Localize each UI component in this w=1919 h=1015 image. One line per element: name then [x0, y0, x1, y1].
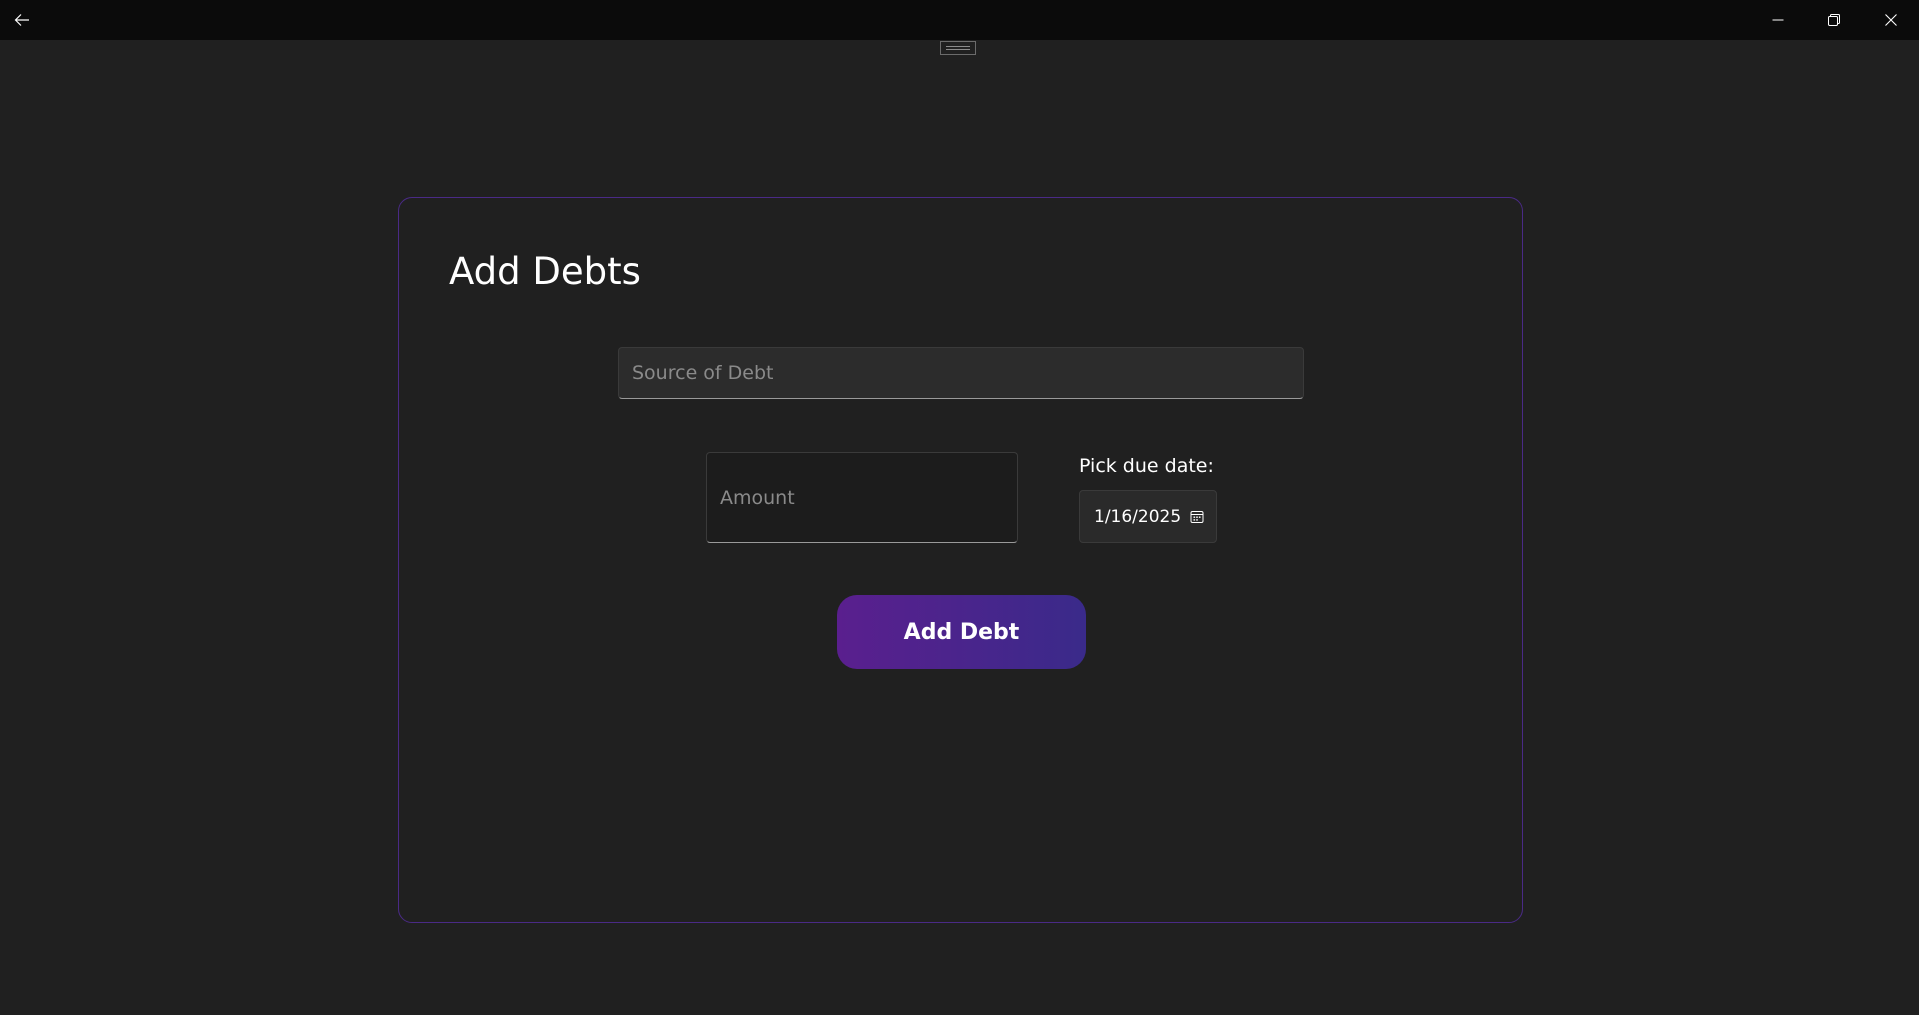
source-of-debt-input[interactable] — [618, 347, 1304, 399]
due-date-value: 1/16/2025 — [1094, 506, 1182, 527]
restore-icon — [1828, 14, 1840, 26]
back-button[interactable] — [0, 0, 44, 40]
restore-button[interactable] — [1811, 0, 1857, 40]
grip-icon — [946, 46, 970, 50]
due-date-picker[interactable]: 1/16/2025 — [1079, 490, 1217, 543]
amount-input[interactable] — [706, 452, 1018, 543]
add-debt-button[interactable]: Add Debt — [837, 595, 1086, 669]
title-bar — [0, 0, 1919, 40]
minimize-icon — [1772, 19, 1784, 21]
close-button[interactable] — [1868, 0, 1914, 40]
close-icon — [1885, 14, 1897, 26]
due-date-label: Pick due date: — [1079, 455, 1214, 477]
back-arrow-icon — [14, 14, 29, 26]
drag-handle[interactable] — [940, 41, 976, 55]
minimize-button[interactable] — [1755, 0, 1801, 40]
calendar-icon — [1190, 511, 1204, 523]
add-debt-card: Add Debts Pick due date: 1/16/2025 Add D… — [398, 197, 1523, 923]
page-title: Add Debts — [449, 250, 641, 293]
